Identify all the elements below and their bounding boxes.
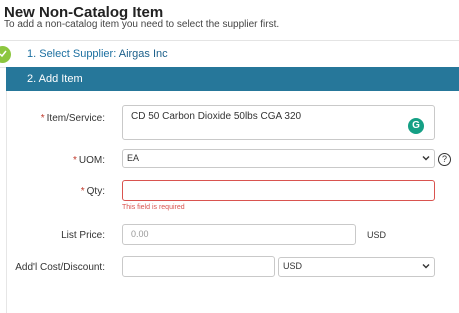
required-marker: * [72,155,77,166]
qty-input[interactable] [122,180,435,201]
step1-supplier: Airgas Inc [118,48,168,60]
currency-select[interactable]: USD [278,257,435,277]
uom-select[interactable]: EA [122,149,435,168]
chevron-down-icon [422,156,430,161]
step2-label: 2. Add Item [27,73,83,85]
required-marker: * [80,186,85,197]
item-value: CD 50 Carbon Dioxide 50lbs CGA 320 [131,111,302,122]
step1-text: 1. Select Supplier: Airgas Inc [27,48,168,60]
qty-error-message: This field is required [122,204,185,211]
chevron-down-icon [422,264,430,269]
qty-label: * Qty: [0,186,105,197]
step1-prefix: 1. Select Supplier: [27,48,117,60]
grammarly-icon[interactable]: G [408,118,424,134]
addl-cost-input[interactable] [122,256,275,277]
addl-cost-label: Add'l Cost/Discount: [15,262,105,273]
uom-value: EA [127,153,140,163]
required-marker: * [40,113,45,124]
page-subtitle: To add a non-catalog item you need to se… [4,19,280,30]
qty-label-text: Qty: [86,186,105,197]
list-price-currency: USD [367,230,387,240]
add-item-form: * Item/Service: CD 50 Carbon Dioxide 50lb… [6,91,459,313]
item-textarea[interactable]: CD 50 Carbon Dioxide 50lbs CGA 320 G [122,105,435,140]
currency-value: USD [283,261,303,271]
list-price-input[interactable]: 0.00 [122,224,356,245]
item-label-text: Item/Service: [46,113,105,124]
uom-label-text: UOM: [78,155,105,166]
step-select-supplier[interactable]: 1. Select Supplier: Airgas Inc [0,40,459,68]
item-label: * Item/Service: [0,113,105,124]
uom-label: * UOM: [0,155,105,166]
help-icon[interactable]: ? [438,153,451,166]
list-price-label: List Price: [61,230,105,241]
check-icon [0,46,11,63]
step-add-item: 2. Add Item [6,67,459,91]
